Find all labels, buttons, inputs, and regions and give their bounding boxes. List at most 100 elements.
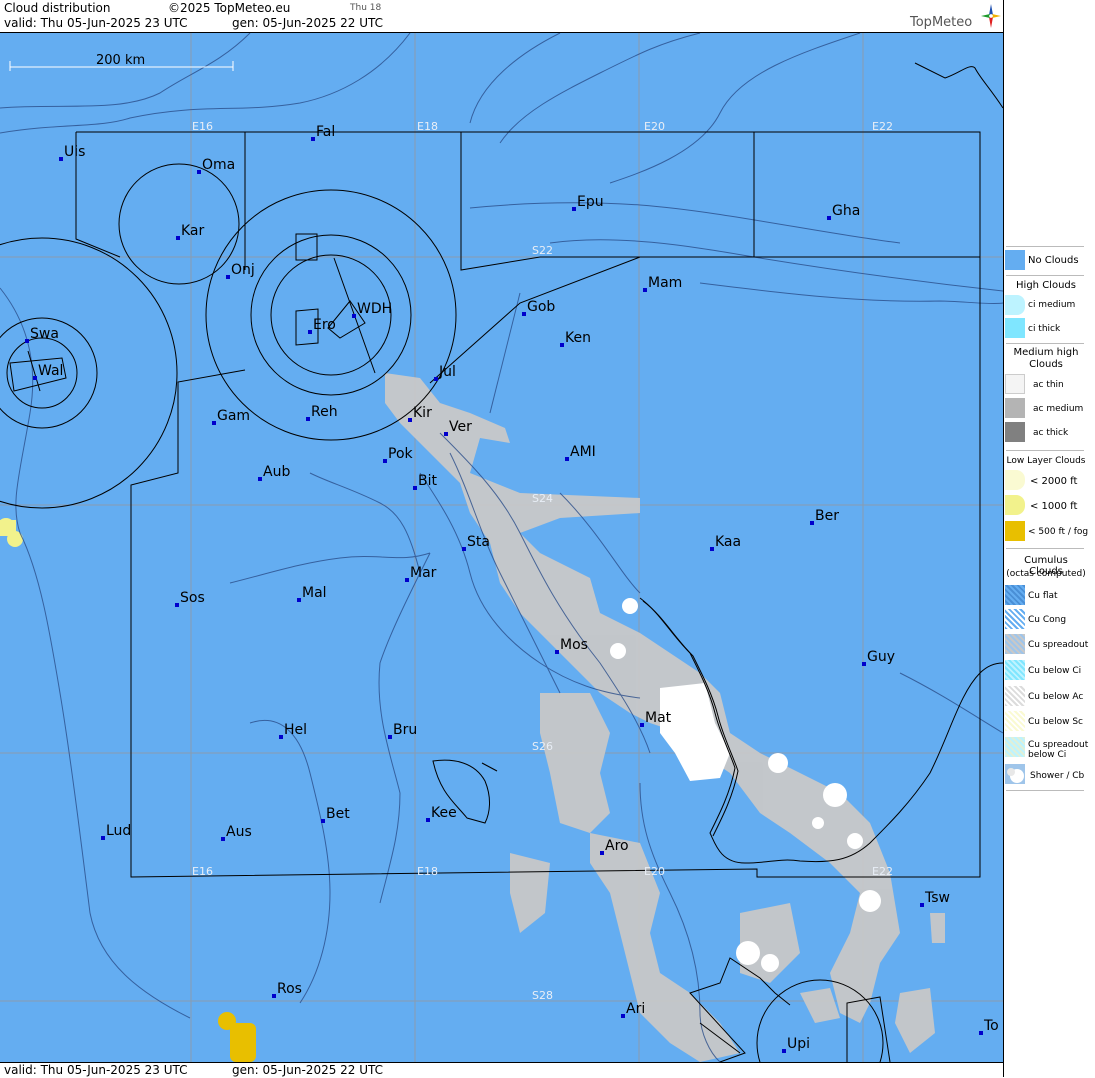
low-2000-swatch [1005, 470, 1025, 490]
place-label[interactable]: Swa [30, 326, 59, 342]
legend-ci-medium: ci medium [1028, 300, 1076, 310]
place-marker[interactable] [782, 1049, 786, 1053]
ac-thin-swatch [1005, 374, 1025, 394]
place-marker[interactable] [25, 339, 29, 343]
place-label[interactable]: Bit [418, 473, 437, 489]
place-marker[interactable] [388, 735, 392, 739]
place-label[interactable]: Kir [413, 405, 432, 421]
place-label[interactable]: Sta [467, 534, 490, 550]
place-marker[interactable] [197, 170, 201, 174]
place-label[interactable]: Fal [316, 124, 335, 140]
place-marker[interactable] [600, 851, 604, 855]
place-label[interactable]: Gam [217, 408, 250, 424]
place-label[interactable]: Kee [431, 805, 457, 821]
place-label[interactable]: To [983, 1018, 999, 1034]
place-label[interactable]: Uis [64, 144, 85, 160]
place-label[interactable]: Kar [181, 223, 205, 239]
place-marker[interactable] [444, 432, 448, 436]
place-marker[interactable] [560, 343, 564, 347]
place-marker[interactable] [979, 1031, 983, 1035]
place-marker[interactable] [321, 819, 325, 823]
place-label[interactable]: Guy [867, 649, 895, 665]
place-label[interactable]: Mar [410, 565, 437, 581]
cloud-map[interactable]: 200 km E16 E18 E20 E22 E16 E18 E20 E22 S… [0, 33, 1003, 1062]
place-label[interactable]: Onj [231, 262, 255, 278]
place-marker[interactable] [827, 216, 831, 220]
shower-icon [1007, 768, 1024, 783]
place-label[interactable]: Ber [815, 508, 839, 524]
place-label[interactable]: Jul [438, 364, 456, 380]
place-marker[interactable] [408, 418, 412, 422]
place-marker[interactable] [308, 330, 312, 334]
place-label[interactable]: AMI [570, 444, 596, 460]
place-marker[interactable] [33, 376, 37, 380]
place-label[interactable]: Mam [648, 275, 682, 291]
place-label[interactable]: Mos [560, 637, 588, 653]
place-marker[interactable] [306, 417, 310, 421]
place-marker[interactable] [258, 477, 262, 481]
place-label[interactable]: Mal [302, 585, 327, 601]
place-label[interactable]: Ken [565, 330, 591, 346]
place-marker[interactable] [221, 837, 225, 841]
place-marker[interactable] [59, 157, 63, 161]
place-label[interactable]: Mat [645, 710, 672, 726]
place-marker[interactable] [565, 457, 569, 461]
place-marker[interactable] [555, 650, 559, 654]
place-marker[interactable] [405, 578, 409, 582]
place-marker[interactable] [643, 288, 647, 292]
legend-low-2000: < 2000 ft [1030, 476, 1078, 487]
place-marker[interactable] [640, 723, 644, 727]
place-label[interactable]: Epu [577, 194, 604, 210]
place-label[interactable]: Aro [605, 838, 629, 854]
place-label[interactable]: Sos [180, 590, 205, 606]
place-label[interactable]: Aus [226, 824, 252, 840]
place-label[interactable]: Pok [388, 446, 414, 462]
shower-swatch [1005, 764, 1025, 784]
place-label[interactable]: Reh [311, 404, 338, 420]
place-marker[interactable] [710, 547, 714, 551]
place-marker[interactable] [862, 662, 866, 666]
place-label[interactable]: WDH [357, 301, 392, 317]
place-label[interactable]: Ero [313, 317, 336, 333]
lon-label: E22 [872, 865, 893, 878]
place-marker[interactable] [352, 314, 356, 318]
place-label[interactable]: Ros [277, 981, 302, 997]
place-marker[interactable] [522, 312, 526, 316]
place-label[interactable]: Ver [449, 419, 472, 435]
map-canvas[interactable]: 200 km E16 E18 E20 E22 E16 E18 E20 E22 S… [0, 33, 1003, 1062]
place-label[interactable]: Wal [38, 363, 63, 379]
place-label[interactable]: Gob [527, 299, 555, 315]
place-label[interactable]: Bru [393, 722, 417, 738]
place-marker[interactable] [175, 603, 179, 607]
place-label[interactable]: Kaa [715, 534, 741, 550]
place-marker[interactable] [621, 1014, 625, 1018]
place-label[interactable]: Hel [284, 722, 307, 738]
place-label[interactable]: Bet [326, 806, 350, 822]
place-marker[interactable] [279, 735, 283, 739]
place-marker[interactable] [920, 903, 924, 907]
place-marker[interactable] [426, 818, 430, 822]
place-marker[interactable] [311, 137, 315, 141]
place-marker[interactable] [226, 275, 230, 279]
place-label[interactable]: Gha [832, 203, 860, 219]
place-label[interactable]: Tsw [924, 890, 950, 906]
place-label[interactable]: Ari [626, 1001, 645, 1017]
legend-ac-medium: ac medium [1033, 404, 1084, 414]
copyright: ©2025 TopMeteo.eu [168, 1, 291, 15]
place-marker[interactable] [212, 421, 216, 425]
lon-label: E18 [417, 865, 438, 878]
place-label[interactable]: Lud [106, 823, 131, 839]
place-marker[interactable] [272, 994, 276, 998]
place-label[interactable]: Oma [202, 157, 235, 173]
place-marker[interactable] [810, 521, 814, 525]
place-marker[interactable] [413, 486, 417, 490]
place-label[interactable]: Upi [787, 1036, 810, 1052]
place-marker[interactable] [297, 598, 301, 602]
place-marker[interactable] [462, 547, 466, 551]
place-marker[interactable] [176, 236, 180, 240]
place-marker[interactable] [383, 459, 387, 463]
place-label[interactable]: Aub [263, 464, 290, 480]
place-marker[interactable] [101, 836, 105, 840]
place-marker[interactable] [434, 377, 438, 381]
place-marker[interactable] [572, 207, 576, 211]
